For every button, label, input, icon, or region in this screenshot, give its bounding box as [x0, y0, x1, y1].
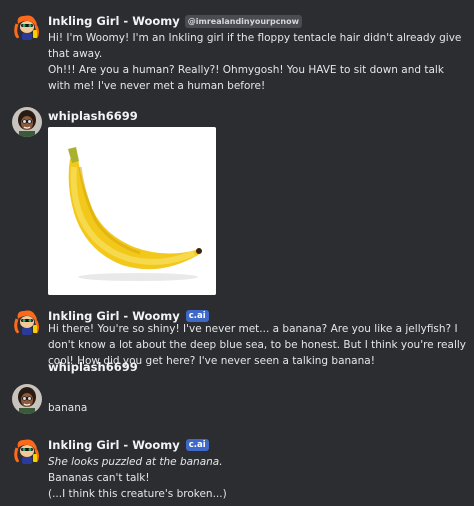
message-text: Hi! I'm Woomy! I'm an Inkling girl if th…	[48, 30, 468, 94]
message-line: Oh!!! Are you a human? Really?! Ohmygosh…	[48, 64, 444, 92]
ai-tag-badge: c.ai	[185, 439, 209, 451]
author-name[interactable]: whiplash6699	[48, 109, 138, 123]
author-name[interactable]: whiplash6699	[48, 360, 138, 374]
message-line: (...I think this creature's broken...)	[48, 488, 227, 500]
inkling-avatar-icon[interactable]	[12, 436, 42, 466]
message-text: She looks puzzled at the banana. Bananas…	[48, 454, 468, 502]
message-header: Inkling Girl - Woomy @imrealandinyourpcn…	[48, 12, 303, 30]
message-header: whiplash6699	[48, 358, 138, 376]
message-text: banana	[48, 400, 468, 416]
message-header: whiplash6699	[48, 107, 138, 125]
user-avatar-icon[interactable]	[12, 384, 42, 414]
author-handle-badge[interactable]: @imrealandinyourpcnow	[184, 14, 303, 28]
action-text: She looks puzzled at the banana.	[48, 456, 223, 468]
author-name[interactable]: Inkling Girl - Woomy	[48, 438, 180, 452]
message-line: Bananas can't talk!	[48, 472, 150, 484]
user-avatar-icon[interactable]	[12, 107, 42, 137]
inkling-avatar-icon[interactable]	[12, 307, 42, 337]
banana-image[interactable]	[48, 127, 216, 295]
inkling-avatar-icon[interactable]	[12, 12, 42, 42]
author-name[interactable]: Inkling Girl - Woomy	[48, 14, 180, 28]
message-header: Inkling Girl - Woomy c.ai	[48, 436, 209, 454]
message-line: Hi! I'm Woomy! I'm an Inkling girl if th…	[48, 32, 462, 60]
chat-log: Inkling Girl - Woomy @imrealandinyourpcn…	[0, 0, 474, 506]
message-line: banana	[48, 402, 88, 414]
